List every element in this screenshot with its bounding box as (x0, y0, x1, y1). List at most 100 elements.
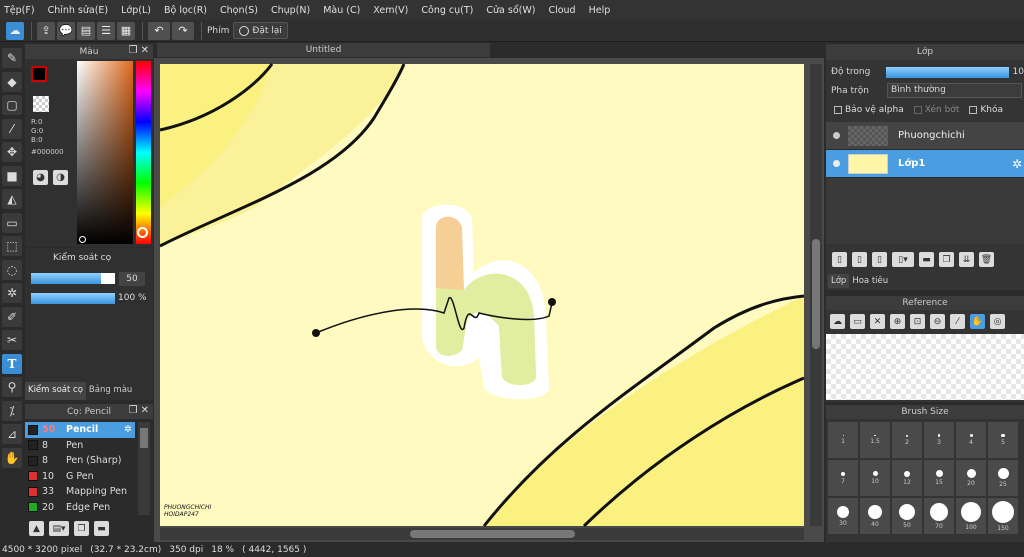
brush-size-option[interactable]: 1.5 (860, 422, 890, 458)
reference-settings-icon[interactable]: ◎ (990, 314, 1005, 329)
tab-color-palette[interactable]: Bảng màu (86, 382, 135, 400)
brush-size-option[interactable]: 150 (988, 498, 1018, 534)
new-8bit-layer-icon[interactable]: ▯ (872, 252, 887, 267)
brush-size-option[interactable]: 5 (988, 422, 1018, 458)
brush-tool-icon[interactable]: ✎ (2, 48, 22, 68)
reset-button[interactable]: Đặt lại (233, 22, 288, 39)
menu-item[interactable]: Bộ lọc(R) (164, 5, 207, 16)
hand-tool-icon[interactable]: ✋ (2, 447, 22, 468)
brush-size-option[interactable]: 30 (828, 498, 858, 534)
brush-size-option[interactable]: 4 (956, 422, 986, 458)
panel-controls-icon[interactable]: ❐ ✕ (128, 45, 149, 56)
menu-item[interactable]: Chỉnh sửa(E) (48, 5, 109, 16)
menu-item[interactable]: Chọn(S) (220, 5, 258, 16)
panel-controls-icon[interactable]: ❐ ✕ (128, 405, 149, 416)
brush-size-option[interactable]: 40 (860, 498, 890, 534)
layer-folder-icon[interactable]: ▬ (919, 252, 934, 267)
new-layer-icon[interactable]: ▯ (832, 252, 847, 267)
layer-row-lop1[interactable]: Lớp1 ✲ (826, 150, 1024, 178)
vertical-scrollbar-thumb[interactable] (812, 239, 820, 349)
layer-row-phuongchichi[interactable]: Phuongchichi (826, 122, 1024, 150)
horizontal-scrollbar-thumb[interactable] (410, 530, 575, 538)
document-tab[interactable]: Untitled (157, 43, 490, 57)
eraser-tool-icon[interactable]: ◆ (2, 71, 22, 92)
menu-item[interactable]: Lớp(L) (121, 5, 151, 16)
brush-list-scrollbar[interactable] (138, 422, 150, 515)
color-settings-icon[interactable]: ◑ (53, 170, 68, 185)
cloud-icon[interactable]: ☁ (6, 21, 24, 40)
blend-mode-select[interactable]: Bình thường (887, 83, 1022, 98)
brush-item[interactable]: 10 G Pen (25, 469, 135, 485)
select-eraser-tool-icon[interactable]: ✂ (2, 330, 22, 350)
redo-icon[interactable]: ↷ (172, 21, 194, 40)
brush-size-option[interactable]: 7 (828, 460, 858, 496)
brush-item[interactable]: 33 Mapping Pen (25, 484, 135, 500)
visibility-icon[interactable] (833, 132, 840, 139)
move-tool-icon[interactable]: ✥ (2, 142, 22, 162)
brush-settings-icon[interactable]: ✲ (124, 424, 132, 435)
menu-item[interactable]: Xem(V) (373, 5, 408, 16)
select-rect-tool-icon[interactable]: ⬚ (2, 236, 22, 256)
layer-opacity-slider[interactable] (885, 66, 1009, 78)
layers-icon[interactable]: ☰ (97, 21, 115, 40)
rectangle-tool-icon[interactable]: ▢ (2, 95, 22, 115)
open-image-icon[interactable]: ▭ (850, 314, 865, 329)
zoom-in-icon[interactable]: ⊕ (890, 314, 905, 329)
brush-item[interactable]: 50 Pencil ✲ (25, 422, 135, 438)
brush-menu-icon[interactable]: ▤▾ (49, 521, 69, 536)
undo-icon[interactable]: ↶ (148, 21, 170, 40)
brush-size-option[interactable]: 70 (924, 498, 954, 534)
new-halftone-layer-icon[interactable]: ▯ (852, 252, 867, 267)
tab-navigator[interactable]: Hoa tiêu (849, 274, 891, 288)
magic-wand-tool-icon[interactable]: ✲ (2, 283, 22, 303)
divide-tool-icon[interactable]: ⚲ (2, 377, 22, 397)
clipping-checkbox[interactable]: Xén bớt (913, 105, 959, 115)
pen-tool-icon[interactable]: ⊿ (2, 424, 22, 444)
menu-item[interactable]: Màu (C) (323, 5, 360, 16)
gradient-tool-icon[interactable]: ▭ (2, 212, 22, 233)
brush-size-option[interactable]: 2 (892, 422, 922, 458)
protect-alpha-checkbox[interactable]: Bảo vệ alpha (834, 105, 904, 115)
menu-item[interactable]: Cửa sổ(W) (486, 5, 535, 16)
brush-item[interactable]: 8 Pen (25, 438, 135, 454)
layer-menu-icon[interactable]: ▯▾ (892, 252, 914, 267)
palette-icon[interactable]: ◕ (33, 170, 48, 185)
hue-slider-handle[interactable] (137, 227, 148, 238)
brush-item[interactable]: 20 Edge Pen (25, 500, 135, 516)
brush-size-option[interactable]: 100 (956, 498, 986, 534)
dot-pen-tool-icon[interactable]: ⁄ (2, 118, 22, 139)
bucket-tool-icon[interactable]: ◭ (2, 189, 22, 209)
copy-brush-icon[interactable]: ❐ (74, 521, 89, 536)
text-tool-icon[interactable]: T (2, 353, 22, 374)
scrollbar-thumb[interactable] (140, 428, 148, 448)
share-icon[interactable]: ⇪ (37, 21, 55, 40)
brush-size-value[interactable]: 50 (119, 272, 145, 286)
layer-settings-icon[interactable]: ✲ (1012, 157, 1022, 171)
merge-layer-icon[interactable]: ⇊ (959, 252, 974, 267)
canvas-horizontal-scrollbar[interactable] (160, 528, 804, 540)
note-icon[interactable]: ▤ (77, 21, 95, 40)
reference-hand-icon[interactable]: ✋ (970, 314, 985, 329)
brush-size-option[interactable]: 12 (892, 460, 922, 496)
add-brush-icon[interactable]: ▲ (29, 521, 44, 536)
brush-size-option[interactable]: 25 (988, 460, 1018, 496)
lock-checkbox[interactable]: Khóa (969, 105, 1003, 115)
brush-opacity-slider[interactable] (31, 293, 115, 304)
menu-item[interactable]: Công cụ(T) (421, 5, 473, 16)
delete-layer-icon[interactable]: 🗑 (979, 252, 994, 267)
foreground-color-swatch[interactable] (31, 66, 47, 82)
hue-slider[interactable] (136, 61, 151, 244)
tab-layers[interactable]: Lớp (828, 274, 850, 288)
brush-size-slider[interactable] (31, 273, 115, 284)
brush-size-option[interactable]: 3 (924, 422, 954, 458)
fit-icon[interactable]: ⊡ (910, 314, 925, 329)
select-pen-tool-icon[interactable]: ✐ (2, 306, 22, 327)
eyedropper-tool-icon[interactable]: ⁒ (2, 400, 22, 421)
visibility-icon[interactable] (833, 160, 840, 167)
close-reference-icon[interactable]: ✕ (870, 314, 885, 329)
brush-size-option[interactable]: 15 (924, 460, 954, 496)
saturation-value-picker[interactable] (77, 61, 133, 244)
comment-icon[interactable]: 💬 (57, 21, 75, 40)
menu-item[interactable]: Chụp(N) (271, 5, 310, 16)
lasso-tool-icon[interactable]: ◌ (2, 259, 22, 280)
